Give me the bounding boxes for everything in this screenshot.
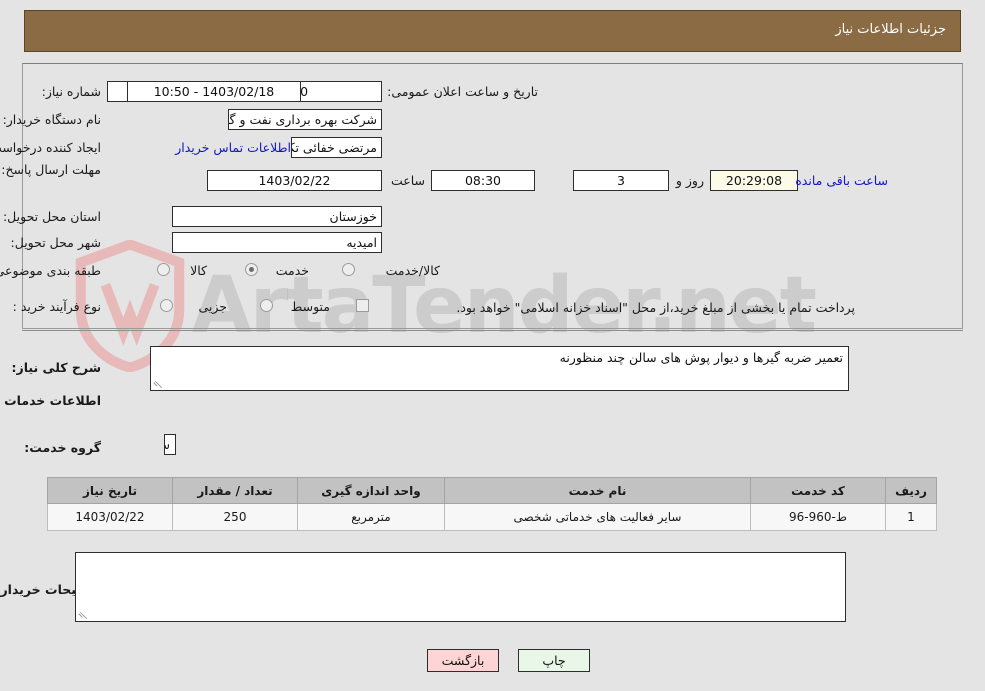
radio-process-motevaset-label: متوسط [290, 299, 330, 314]
table-header-row: ردیف کد خدمت نام خدمت واحد اندازه گیری ت… [47, 477, 937, 504]
requester-label: ایجاد کننده درخواست: [0, 140, 101, 155]
description-label: شرح کلی نیاز: [11, 360, 101, 375]
buyer-notes-textarea[interactable] [75, 552, 846, 622]
col-header-service-code: کد خدمت [750, 477, 886, 504]
window-titlebar: جزئیات اطلاعات نیاز [24, 10, 961, 52]
description-textarea[interactable]: تعمیر ضربه گیرها و دیوار پوش های سالن چن… [150, 346, 849, 391]
radio-category-kala-khedmat-label: کالا/خدمت [385, 263, 440, 278]
radio-category-khedmat[interactable] [245, 263, 258, 276]
resize-grip-icon[interactable] [153, 379, 163, 389]
col-header-quantity: تعداد / مقدار [172, 477, 298, 504]
cell-service-code: ط-960-96 [750, 503, 886, 531]
services-heading: اطلاعات خدمات مورد نیاز [0, 393, 101, 408]
radio-category-kala-khedmat[interactable] [342, 263, 355, 276]
cell-quantity: 250 [172, 503, 298, 531]
city-label: شهر محل تحویل: [10, 235, 101, 250]
page-root: ArtaTender.net جزئیات اطلاعات نیاز شماره… [0, 0, 985, 691]
radio-process-jozei-label: جزیی [198, 299, 227, 314]
radio-category-kala[interactable] [157, 263, 170, 276]
deadline-label-text: مهلت ارسال پاسخ: تا تاریخ: [0, 162, 101, 177]
radio-category-khedmat-label: خدمت [275, 263, 309, 278]
buyer-org-value: شرکت بهره برداری نفت و گاز اغاجاری [228, 109, 382, 130]
requester-value: مرتضی خفائی تکنسین ارشد تاسیسات شهری شرک… [291, 137, 382, 158]
deadline-label: مهلت ارسال پاسخ: تا تاریخ: [0, 162, 101, 177]
table-row: 1 ط-960-96 سایر فعالیت های خدماتی شخصی م… [47, 503, 937, 531]
col-header-unit: واحد اندازه گیری [297, 477, 445, 504]
province-label: استان محل تحویل: [2, 209, 101, 224]
cell-unit: مترمربع [297, 503, 445, 531]
process-label: نوع فرآیند خرید : [12, 299, 101, 314]
remaining-days-label: روز و [675, 173, 704, 188]
service-group-label: گروه خدمت: [24, 440, 101, 455]
description-value: تعمیر ضربه گیرها و دیوار پوش های سالن چن… [559, 350, 843, 365]
back-button[interactable]: بازگشت [427, 649, 499, 672]
remaining-days-value: 3 [573, 170, 669, 191]
city-value: امیدیه [172, 232, 382, 253]
radio-process-jozei[interactable] [160, 299, 173, 312]
treasury-docs-note: پرداخت تمام یا بخشی از مبلغ خرید،از محل … [456, 300, 855, 315]
buyer-contact-link[interactable]: اطلاعات تماس خریدار [175, 140, 291, 155]
province-value: خوزستان [172, 206, 382, 227]
cell-service-name: سایر فعالیت های خدماتی شخصی [444, 503, 751, 531]
announce-datetime-value: 1403/02/18 - 10:50 [127, 81, 301, 102]
deadline-time-value: 08:30 [431, 170, 535, 191]
page-title: جزئیات اطلاعات نیاز [835, 22, 946, 37]
col-header-service-name: نام خدمت [444, 477, 751, 504]
radio-category-kala-label: کالا [190, 263, 207, 278]
announce-datetime-label: تاریخ و ساعت اعلان عمومی: [387, 84, 538, 99]
print-button[interactable]: چاپ [518, 649, 590, 672]
services-table: ردیف کد خدمت نام خدمت واحد اندازه گیری ت… [47, 477, 937, 531]
deadline-date-value: 1403/02/22 [207, 170, 382, 191]
col-header-row-no: ردیف [885, 477, 937, 504]
deadline-hour-label: ساعت [390, 173, 425, 188]
buyer-org-label: نام دستگاه خریدار: [2, 112, 101, 127]
radio-process-motevaset[interactable] [260, 299, 273, 312]
remaining-time-label: ساعت باقی مانده [795, 173, 888, 188]
resize-grip-icon[interactable] [78, 610, 88, 620]
need-number-label: شماره نیاز: [41, 84, 101, 99]
cell-row-no: 1 [885, 503, 937, 531]
col-header-need-date: تاریخ نیاز [47, 477, 173, 504]
service-group-value[interactable]: سایر فعالیت‌های خدماتی [164, 434, 176, 455]
remaining-time-value: 20:29:08 [710, 170, 798, 191]
need-info-panel [22, 63, 963, 329]
cell-need-date: 1403/02/22 [47, 503, 173, 531]
category-label: طبقه بندی موضوعی: [0, 263, 101, 278]
treasury-docs-checkbox[interactable] [356, 299, 369, 312]
